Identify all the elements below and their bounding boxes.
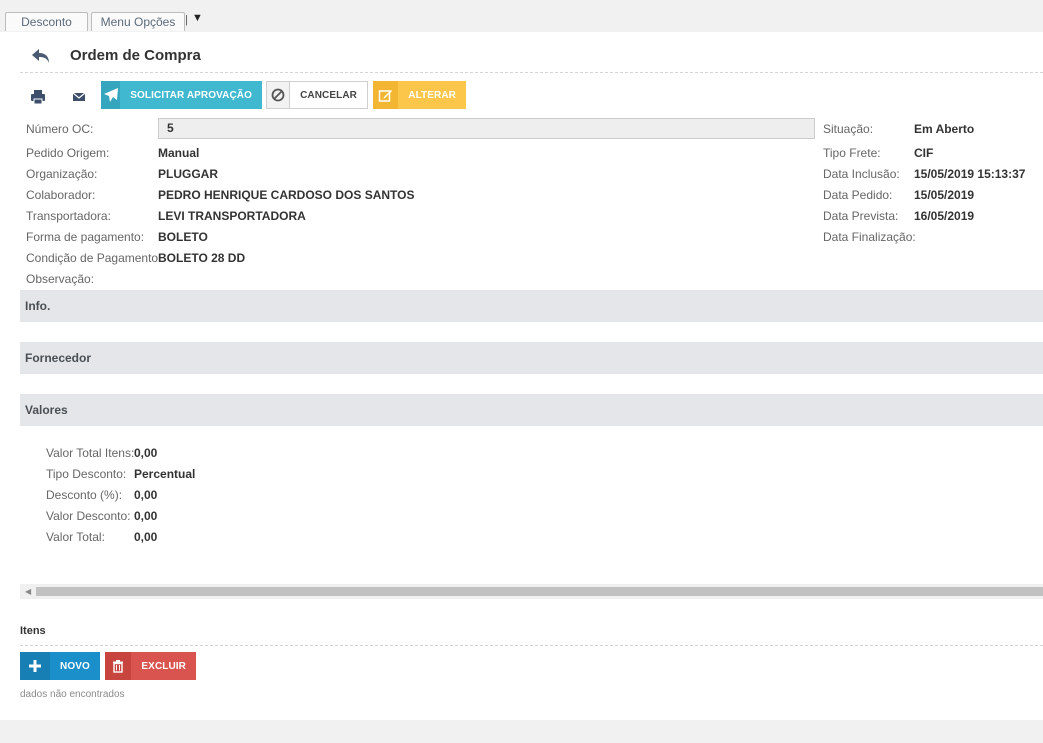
paper-plane-icon — [103, 88, 118, 102]
valor-label: Valor Desconto: — [46, 509, 131, 523]
section-fornecedor[interactable]: Fornecedor — [20, 342, 1043, 374]
alterar-button[interactable]: ALTERAR — [373, 81, 466, 109]
edit-icon — [378, 89, 393, 102]
section-valores[interactable]: Valores — [20, 394, 1043, 426]
tipo-frete-value: CIF — [914, 146, 934, 160]
ban-icon — [271, 88, 285, 102]
top-tab-bar: Desconto Menu Opções | ▼ — [0, 0, 1043, 32]
envelope-icon[interactable] — [70, 88, 88, 106]
scroll-left-icon[interactable]: ◀ — [25, 587, 31, 596]
field-label: Data Inclusão: — [823, 167, 900, 181]
plus-icon — [29, 660, 41, 672]
itens-title: Itens — [20, 625, 46, 637]
colaborador-value: PEDRO HENRIQUE CARDOSO DOS SANTOS — [158, 188, 415, 202]
trash-icon — [113, 660, 124, 673]
tab-menu-opcoes[interactable]: Menu Opções — [91, 12, 185, 31]
valor-label: Tipo Desconto: — [46, 467, 127, 481]
section-info[interactable]: Info. — [20, 290, 1043, 322]
transportadora-value: LEVI TRANSPORTADORA — [158, 209, 306, 223]
field-label: Data Pedido: — [823, 188, 893, 202]
page-title: Ordem de Compra — [70, 47, 201, 64]
novo-button[interactable]: NOVO — [20, 652, 100, 680]
alterar-label: ALTERAR — [408, 89, 456, 101]
desconto-percent-value: 0,00 — [134, 488, 158, 502]
field-label: Observação: — [26, 272, 95, 286]
tab-desconto[interactable]: Desconto — [5, 12, 88, 31]
numero-oc-field[interactable]: 5 — [158, 118, 815, 139]
solicitar-aprovacao-button[interactable]: SOLICITAR APROVAÇÃO — [101, 81, 262, 109]
section-valores-title: Valores — [25, 403, 68, 417]
horizontal-scrollbar[interactable]: ◀ — [20, 584, 1043, 599]
field-label: Data Prevista: — [823, 209, 899, 223]
main-panel: Ordem de Compra SOLICITAR APROVAÇÃO CANC… — [0, 32, 1043, 720]
field-label: Colaborador: — [26, 188, 96, 202]
data-prevista-value: 16/05/2019 — [914, 209, 975, 223]
field-label: Situação: — [823, 122, 874, 136]
organizacao-value: PLUGGAR — [158, 167, 218, 181]
valor-label: Desconto (%): — [46, 488, 123, 502]
field-label: Transportadora: — [26, 209, 111, 223]
printer-icon[interactable] — [29, 88, 47, 106]
forma-pagamento-value: BOLETO — [158, 230, 208, 244]
condicao-pagamento-value: BOLETO 28 DD — [158, 251, 246, 265]
empty-state-message: dados não encontrados — [20, 689, 125, 700]
numero-oc-label: Número OC: — [26, 122, 94, 136]
field-label: Organização: — [26, 167, 98, 181]
valor-label: Valor Total Itens: — [46, 446, 135, 460]
tab-dropdown-icon[interactable]: ▼ — [192, 12, 203, 24]
cancelar-button[interactable]: CANCELAR — [266, 81, 368, 109]
section-fornecedor-title: Fornecedor — [25, 351, 92, 365]
field-label: Forma de pagamento: — [26, 230, 145, 244]
divider — [20, 645, 1043, 646]
scroll-thumb[interactable] — [36, 587, 1043, 596]
solicitar-aprovacao-label: SOLICITAR APROVAÇÃO — [130, 89, 252, 101]
section-info-title: Info. — [25, 299, 51, 313]
divider — [20, 72, 1043, 73]
valor-total-value: 0,00 — [134, 530, 158, 544]
data-pedido-value: 15/05/2019 — [914, 188, 975, 202]
situacao-value: Em Aberto — [914, 122, 975, 136]
excluir-button[interactable]: EXCLUIR — [105, 652, 196, 680]
field-label: Data Finalização: — [823, 230, 916, 244]
cancelar-label: CANCELAR — [300, 89, 357, 101]
pedido-origem-value: Manual — [158, 146, 200, 160]
novo-label: NOVO — [60, 660, 90, 672]
valor-desconto-value: 0,00 — [134, 509, 158, 523]
field-label: Condição de Pagamento: — [26, 251, 162, 265]
tab-separator: | — [185, 14, 188, 26]
field-label: Tipo Frete: — [823, 146, 881, 160]
back-arrow-icon[interactable] — [30, 46, 52, 68]
valor-total-itens-value: 0,00 — [134, 446, 158, 460]
field-label: Pedido Origem: — [26, 146, 110, 160]
excluir-label: EXCLUIR — [141, 660, 186, 672]
tipo-desconto-value: Percentual — [134, 467, 196, 481]
valor-label: Valor Total: — [46, 530, 105, 544]
data-inclusao-value: 15/05/2019 15:13:37 — [914, 167, 1026, 181]
